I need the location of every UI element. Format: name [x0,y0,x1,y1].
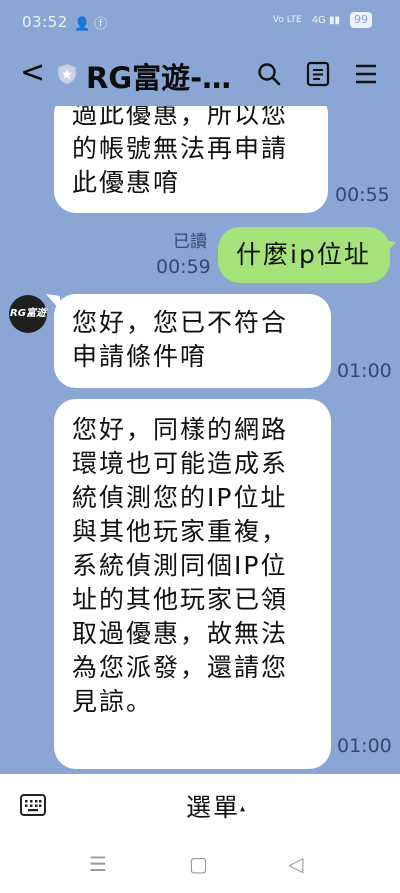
notes-icon[interactable] [305,61,331,87]
battery-level: 99 [354,13,368,26]
read-receipt: 已讀 [173,232,207,252]
status-time: 03:52 [22,13,68,31]
search-icon[interactable] [256,61,282,87]
message-time: 00:59 [156,256,211,278]
message-time: 01:00 [337,735,392,757]
message-line: 取過優惠，故無法 [72,619,289,648]
status-bar: 03:52 👤ⓕ Vo LTE 4G ▮▮ 99 [0,0,400,44]
signal-label: 4G [311,14,326,26]
avatar-text: RG富遊 [10,308,46,319]
back-nav-icon[interactable]: ◁ [288,852,303,876]
status-right: Vo LTE 4G ▮▮ 99 [273,12,372,28]
bubble-tail [384,240,396,256]
hamburger-menu-icon[interactable] [353,61,379,87]
message-line: 的帳號無法再申請 [72,134,289,163]
recent-apps-icon[interactable]: ☰ [89,852,107,876]
menu-label: 選單 [186,793,241,822]
menu-toggle-button[interactable]: 選單▴ [186,788,247,824]
message-line: 系統偵測同個IP位 [72,551,288,580]
home-icon[interactable]: ▢ [189,852,208,876]
signal-icon: 4G ▮▮ [311,14,340,26]
status-notification-icons: 👤ⓕ [74,13,111,32]
message-line: 申請條件唷 [72,342,208,371]
message-time: 01:00 [337,360,392,382]
message-line: 什麼ip位址 [236,240,371,269]
person-icon: 👤 [74,17,95,32]
message-bubble-incoming[interactable]: 過此優惠，所以您 的帳號無法再申請 此優惠唷 [54,106,328,213]
chat-message-list[interactable]: 過此優惠，所以您 的帳號無法再申請 此優惠唷 00:55 已讀 00:59 什麼… [0,106,400,774]
facebook-icon: ⓕ [94,17,112,32]
chat-title[interactable]: RG富遊-… [86,55,231,97]
keyboard-icon[interactable] [20,794,46,816]
message-line: 此優惠唷 [72,168,181,197]
message-line: 與其他玩家重複， [72,517,289,546]
back-arrow-icon[interactable]: < [20,58,45,88]
message-line: 環境也可能造成系 [72,449,289,478]
message-line: 統偵測您的IP位址 [72,483,288,512]
message-bubble-incoming[interactable]: 您好，您已不符合 申請條件唷 [54,294,331,388]
message-line: 為您派發，還請您 [72,653,289,682]
shield-icon [57,63,77,85]
message-line: 您好，同樣的網路 [72,415,289,444]
message-line: 址的其他玩家已領 [72,585,289,614]
volte-indicator: Vo LTE [272,14,302,25]
avatar[interactable]: RG富遊 [9,295,47,333]
bottom-bar: 選單▴ ☰ ▢ ◁ [0,774,400,893]
chat-header: < RG富遊-… [0,44,400,106]
message-line: 過此優惠，所以您 [72,106,289,129]
message-line: 您好，您已不符合 [72,308,289,337]
message-bubble-incoming[interactable]: 您好，同樣的網路 環境也可能造成系 統偵測您的IP位址 與其他玩家重複， 系統偵… [54,399,331,769]
message-line: 見諒。 [72,687,154,716]
battery-icon: 99 [350,12,372,28]
caret-up-icon: ▴ [240,803,248,815]
message-time: 00:55 [335,184,390,206]
message-bubble-outgoing[interactable]: 什麼ip位址 [218,227,390,283]
